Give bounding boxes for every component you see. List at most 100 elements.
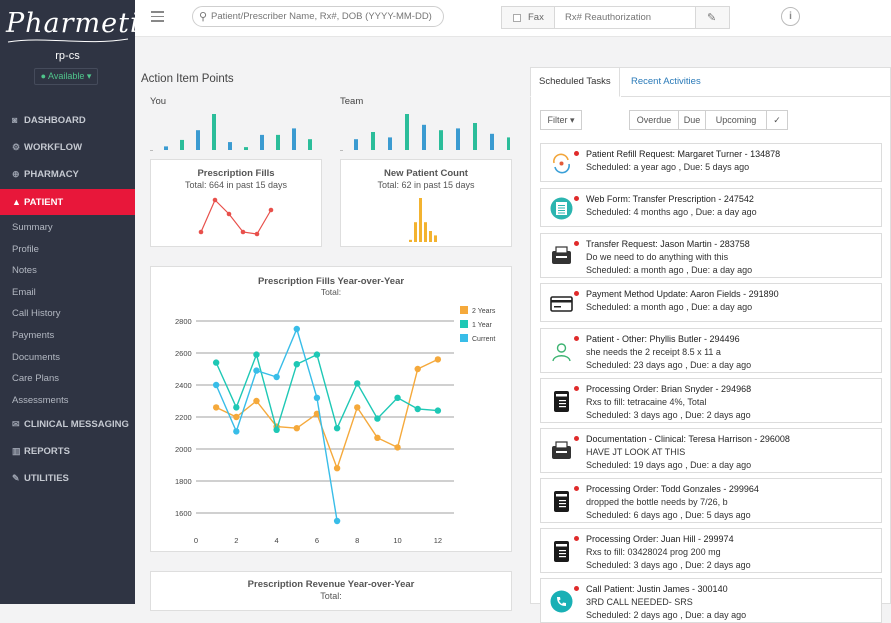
data-point[interactable] <box>333 465 341 472</box>
task-title[interactable]: Payment Method Update: Aaron Fields - 29… <box>586 289 779 299</box>
data-point[interactable] <box>374 415 381 422</box>
data-point[interactable] <box>374 434 381 441</box>
subnav-call-history[interactable]: Call History <box>12 308 61 319</box>
unread-dot-icon <box>574 196 579 201</box>
task-title[interactable]: Patient - Other: Phyllis Butler - 294496 <box>586 334 740 344</box>
nav-utilities[interactable]: ✎ UTILITIES <box>0 468 135 488</box>
subnav-summary[interactable]: Summary <box>12 222 53 233</box>
nav-pharmacy[interactable]: ⊕ PHARMACY <box>0 164 135 184</box>
spark-bar <box>212 114 216 150</box>
prescription-fills-card[interactable]: Prescription Fills Total: 664 in past 15… <box>150 159 322 247</box>
y-tick-label: 2200 <box>175 413 192 422</box>
search-input[interactable] <box>211 9 439 24</box>
new-patient-card[interactable]: New Patient Count Total: 62 in past 15 d… <box>340 159 512 247</box>
data-point[interactable] <box>212 359 220 366</box>
sidebar: Pharmetika rp-cs ● Available ▾ ◙ DASHBOAR… <box>0 0 173 604</box>
task-title[interactable]: Processing Order: Brian Snyder - 294968 <box>586 384 751 394</box>
data-point[interactable] <box>273 426 280 433</box>
overdue-button[interactable]: Overdue <box>629 110 679 130</box>
spark-bar <box>292 128 296 150</box>
data-point[interactable] <box>333 425 341 432</box>
task-title[interactable]: Documentation - Clinical: Teresa Harriso… <box>586 434 790 444</box>
data-point[interactable] <box>414 365 421 373</box>
data-point[interactable] <box>293 361 300 368</box>
task-title[interactable]: Web Form: Transfer Prescription - 247542 <box>586 194 754 204</box>
task-detail: she needs the 2 receipt 8.5 x 11 a <box>586 347 721 357</box>
data-point[interactable] <box>394 394 401 401</box>
data-point[interactable] <box>293 425 300 432</box>
legend-swatch <box>460 320 468 328</box>
data-point[interactable] <box>253 351 260 358</box>
availability-dropdown[interactable]: ● Available ▾ <box>34 68 98 85</box>
data-point[interactable] <box>212 404 220 411</box>
data-point[interactable] <box>313 394 321 401</box>
subnav-profile[interactable]: Profile <box>12 244 39 255</box>
data-point[interactable] <box>333 517 341 525</box>
task-row[interactable]: Call Patient: Justin James - 300140 3RD C… <box>540 578 882 623</box>
task-title[interactable]: Patient Refill Request: Margaret Turner … <box>586 149 780 159</box>
data-point[interactable] <box>233 404 240 411</box>
spark-bar <box>260 134 264 150</box>
info-icon[interactable]: i <box>781 7 800 26</box>
task-title[interactable]: Call Patient: Justin James - 300140 <box>586 584 728 594</box>
tab-scheduled-tasks[interactable]: Scheduled Tasks <box>530 67 620 97</box>
search-box: ⚲ <box>192 6 444 27</box>
task-row[interactable]: Processing Order: Juan Hill - 299974 Rxs … <box>540 528 882 573</box>
subnav-payments[interactable]: Payments <box>12 330 54 341</box>
nav-label: UTILITIES <box>24 473 69 484</box>
data-point[interactable] <box>354 380 361 387</box>
legend-label[interactable]: Current <box>472 336 495 343</box>
nav-patient[interactable]: ▲ PATIENT <box>0 189 135 215</box>
upcoming-button[interactable]: Upcoming <box>705 110 767 130</box>
pencil-icon[interactable]: ✎ <box>707 11 716 24</box>
subnav-email[interactable]: Email <box>12 287 36 298</box>
data-point[interactable] <box>253 397 260 405</box>
wrench-icon: ✎ <box>12 473 20 483</box>
data-point[interactable] <box>434 356 442 363</box>
data-point[interactable] <box>233 413 240 421</box>
task-row[interactable]: Transfer Request: Jason Martin - 283758 D… <box>540 233 882 278</box>
task-title[interactable]: Processing Order: Juan Hill - 299974 <box>586 534 734 544</box>
data-point[interactable] <box>273 373 280 381</box>
data-point[interactable] <box>394 444 401 451</box>
task-title[interactable]: Processing Order: Todd Gonzales - 299964 <box>586 484 759 494</box>
data-point[interactable] <box>434 407 442 414</box>
data-point[interactable] <box>253 367 260 374</box>
nav-reports[interactable]: ▥ REPORTS <box>0 441 135 461</box>
data-point[interactable] <box>233 428 240 435</box>
nav-workflow[interactable]: ⚙ WORKFLOW <box>0 137 135 157</box>
prescription-icon <box>550 540 573 563</box>
data-point[interactable] <box>414 405 421 413</box>
subnav-documents[interactable]: Documents <box>12 352 60 363</box>
task-title[interactable]: Transfer Request: Jason Martin - 283758 <box>586 239 750 249</box>
fax-checkbox[interactable] <box>513 14 521 22</box>
nav-dashboard[interactable]: ◙ DASHBOARD <box>0 110 135 130</box>
reauth-input[interactable] <box>554 6 696 29</box>
due-button[interactable]: Due <box>678 110 706 130</box>
data-point[interactable] <box>293 325 300 333</box>
nav-clinical-messaging[interactable]: ✉ CLINICAL MESSAGING <box>0 414 135 434</box>
spark-bar <box>388 137 392 150</box>
legend-label[interactable]: 1 Year <box>472 322 493 329</box>
task-row[interactable]: Web Form: Transfer Prescription - 247542… <box>540 188 882 227</box>
spark-bar <box>422 124 426 150</box>
legend-label[interactable]: 2 Years <box>472 308 496 315</box>
subnav-care-plans[interactable]: Care Plans <box>12 373 59 384</box>
done-check-button[interactable]: ✓ <box>766 110 788 130</box>
task-row[interactable]: Documentation - Clinical: Teresa Harriso… <box>540 428 882 473</box>
team-label: Team <box>340 96 364 107</box>
subnav-notes[interactable]: Notes <box>12 265 37 276</box>
menu-toggle-icon[interactable] <box>151 11 164 23</box>
task-row[interactable]: Patient Refill Request: Margaret Turner … <box>540 143 882 182</box>
data-point[interactable] <box>354 404 361 411</box>
data-point[interactable] <box>212 381 220 389</box>
tab-recent-activities[interactable]: Recent Activities <box>623 68 709 97</box>
subnav-assessments[interactable]: Assessments <box>12 395 69 406</box>
task-row[interactable]: Patient - Other: Phyllis Butler - 294496… <box>540 328 882 373</box>
app-logo[interactable]: Pharmetika <box>6 8 173 48</box>
task-row[interactable]: Processing Order: Todd Gonzales - 299964… <box>540 478 882 523</box>
task-row[interactable]: Payment Method Update: Aaron Fields - 29… <box>540 283 882 322</box>
data-point[interactable] <box>313 351 321 358</box>
filter-dropdown[interactable]: Filter ▾ <box>540 110 582 130</box>
task-row[interactable]: Processing Order: Brian Snyder - 294968 R… <box>540 378 882 423</box>
